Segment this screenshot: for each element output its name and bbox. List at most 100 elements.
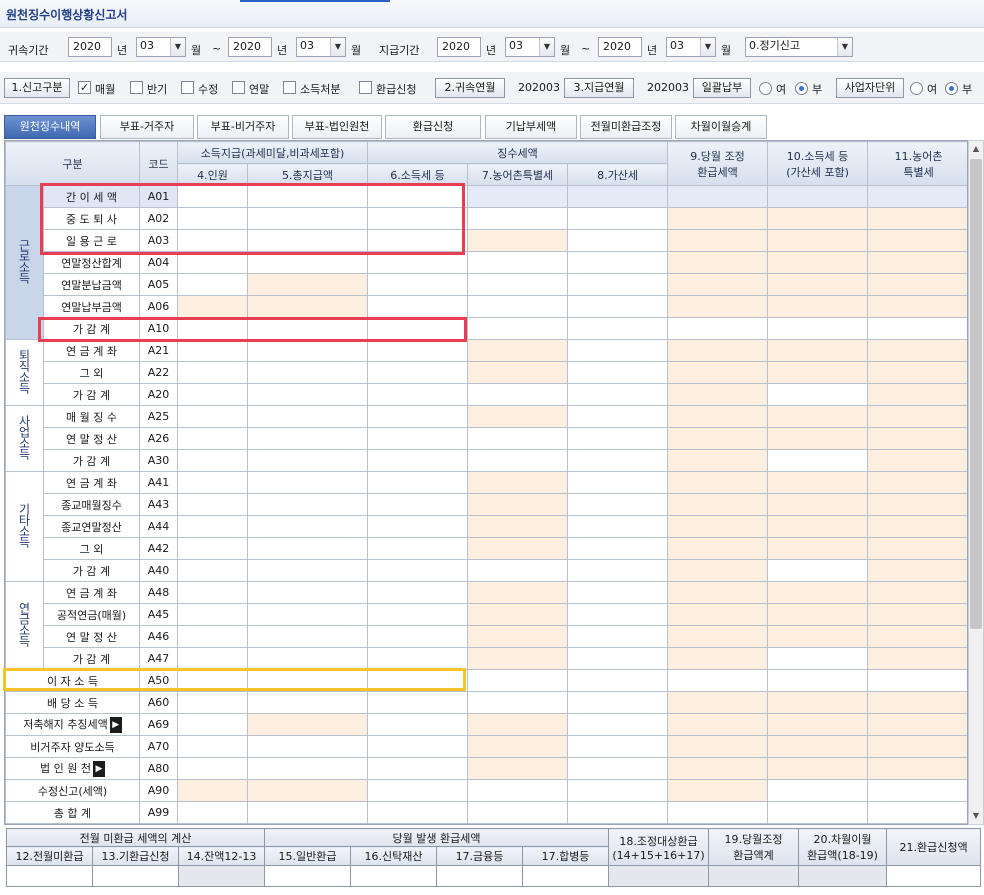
cell-income-tax-paid[interactable] (767, 471, 869, 494)
grid-scrollbar[interactable]: ▲ ▼ (968, 140, 984, 825)
cell-headcount[interactable] (177, 625, 248, 648)
cell-headcount[interactable] (177, 779, 248, 802)
cell-adjust-refund[interactable] (667, 537, 769, 560)
business-unit-button[interactable]: 사업자단위 (836, 78, 904, 98)
tab-withholding[interactable]: 원천징수내역 (4, 115, 96, 139)
cell-rural-tax-paid[interactable] (867, 471, 967, 494)
cell-rural-tax-paid[interactable] (867, 691, 967, 714)
cell-rural-tax[interactable] (467, 251, 569, 274)
cell-headcount[interactable] (177, 273, 248, 296)
cell-income-tax-paid[interactable] (767, 273, 869, 296)
cell-rural-tax[interactable] (467, 581, 569, 604)
cell-headcount[interactable] (177, 185, 248, 208)
cell-income-tax[interactable] (367, 405, 469, 428)
cell-rural-tax-paid[interactable] (867, 405, 967, 428)
cell-headcount[interactable] (177, 427, 248, 450)
cell-income-tax[interactable] (367, 295, 469, 318)
monthly-checkbox[interactable]: ✓ (78, 81, 91, 94)
cell-penalty[interactable] (567, 405, 669, 428)
cell-rural-tax-paid[interactable] (867, 603, 967, 626)
cell-total-pay[interactable] (246, 625, 369, 648)
cell-income-tax-paid[interactable] (767, 339, 869, 362)
cell-total-pay[interactable] (246, 229, 369, 252)
cell-headcount[interactable] (177, 735, 248, 758)
cell-total-pay[interactable] (246, 581, 369, 604)
cell-penalty[interactable] (567, 779, 669, 802)
pay-year-to-input[interactable]: 2020 (598, 37, 642, 57)
scroll-thumb[interactable] (970, 159, 982, 629)
cell-adjust-refund[interactable] (667, 361, 769, 384)
income-disposal-checkbox[interactable] (283, 81, 296, 94)
cell-adjust-refund[interactable] (667, 669, 769, 692)
cell-rural-tax[interactable] (467, 735, 569, 758)
cell-rural-tax[interactable] (467, 515, 569, 538)
tab-prepaid[interactable]: 기납부세액 (485, 115, 577, 139)
cell-penalty[interactable] (567, 537, 669, 560)
cell-rural-tax-paid[interactable] (867, 229, 967, 252)
cell-income-tax[interactable] (367, 779, 469, 802)
cell-rural-tax[interactable] (467, 229, 569, 252)
cell-prev-unrefunded[interactable] (6, 865, 93, 887)
cell-income-tax[interactable] (367, 515, 469, 538)
cell-trust-asset[interactable] (350, 865, 437, 887)
cell-income-tax[interactable] (367, 207, 469, 230)
cell-rural-tax-paid[interactable] (867, 625, 967, 648)
cell-adjust-refund[interactable] (667, 559, 769, 582)
cell-total-pay[interactable] (246, 295, 369, 318)
amend-checkbox[interactable] (181, 81, 194, 94)
cell-total-pay[interactable] (246, 185, 369, 208)
cell-penalty[interactable] (567, 735, 669, 758)
tab-corporate[interactable]: 부표-법인원천 (292, 115, 382, 139)
cell-adjust-refund[interactable] (667, 229, 769, 252)
cell-headcount[interactable] (177, 757, 248, 780)
cell-income-tax-paid[interactable] (767, 405, 869, 428)
cell-income-tax[interactable] (367, 229, 469, 252)
cell-adjust-refund[interactable] (667, 207, 769, 230)
cell-income-tax-paid[interactable] (767, 669, 869, 692)
cell-rural-tax[interactable] (467, 713, 569, 736)
cell-rural-tax[interactable] (467, 339, 569, 362)
cell-income-tax[interactable] (367, 493, 469, 516)
play-arrow-icon[interactable]: ▶ (92, 761, 105, 777)
cell-income-tax-paid[interactable] (767, 713, 869, 736)
cell-rural-tax-paid[interactable] (867, 559, 967, 582)
tab-carryover[interactable]: 차월이월승계 (675, 115, 767, 139)
cell-total-pay[interactable] (246, 515, 369, 538)
cell-income-tax[interactable] (367, 669, 469, 692)
cell-rural-tax[interactable] (467, 273, 569, 296)
cell-rural-tax[interactable] (467, 537, 569, 560)
cell-rural-tax[interactable] (467, 779, 569, 802)
cell-penalty[interactable] (567, 361, 669, 384)
cell-penalty[interactable] (567, 603, 669, 626)
cell-income-tax[interactable] (367, 471, 469, 494)
cell-penalty[interactable] (567, 273, 669, 296)
cell-total-pay[interactable] (246, 493, 369, 516)
pay-month-from-select[interactable]: 03 ▼ (505, 37, 555, 57)
cell-rural-tax-paid[interactable] (867, 493, 967, 516)
cell-income-tax-paid[interactable] (767, 581, 869, 604)
scroll-down-icon[interactable]: ▼ (969, 808, 983, 824)
cell-rural-tax-paid[interactable] (867, 779, 967, 802)
report-type-select[interactable]: 0.정기신고 ▼ (745, 37, 853, 57)
cell-refund-request[interactable] (886, 865, 982, 887)
cell-adjust-refund[interactable] (667, 493, 769, 516)
cell-total-pay[interactable] (246, 405, 369, 428)
cell-income-tax-paid[interactable] (767, 427, 869, 450)
period-year-to-input[interactable]: 2020 (228, 37, 272, 57)
cell-income-tax-paid[interactable] (767, 757, 869, 780)
cell-headcount[interactable] (177, 295, 248, 318)
cell-total-pay[interactable] (246, 207, 369, 230)
cell-rural-tax-paid[interactable] (867, 295, 967, 318)
cell-rural-tax-paid[interactable] (867, 537, 967, 560)
cell-headcount[interactable] (177, 361, 248, 384)
cell-rural-tax-paid[interactable] (867, 669, 967, 692)
cell-rural-tax-paid[interactable] (867, 339, 967, 362)
cell-income-tax-paid[interactable] (767, 493, 869, 516)
play-arrow-icon[interactable]: ▶ (109, 717, 122, 733)
cell-rural-tax[interactable] (467, 295, 569, 318)
cell-headcount[interactable] (177, 669, 248, 692)
period-month-to-select[interactable]: 03 ▼ (296, 37, 346, 57)
cell-income-tax[interactable] (367, 603, 469, 626)
cell-income-tax[interactable] (367, 361, 469, 384)
cell-penalty[interactable] (567, 581, 669, 604)
